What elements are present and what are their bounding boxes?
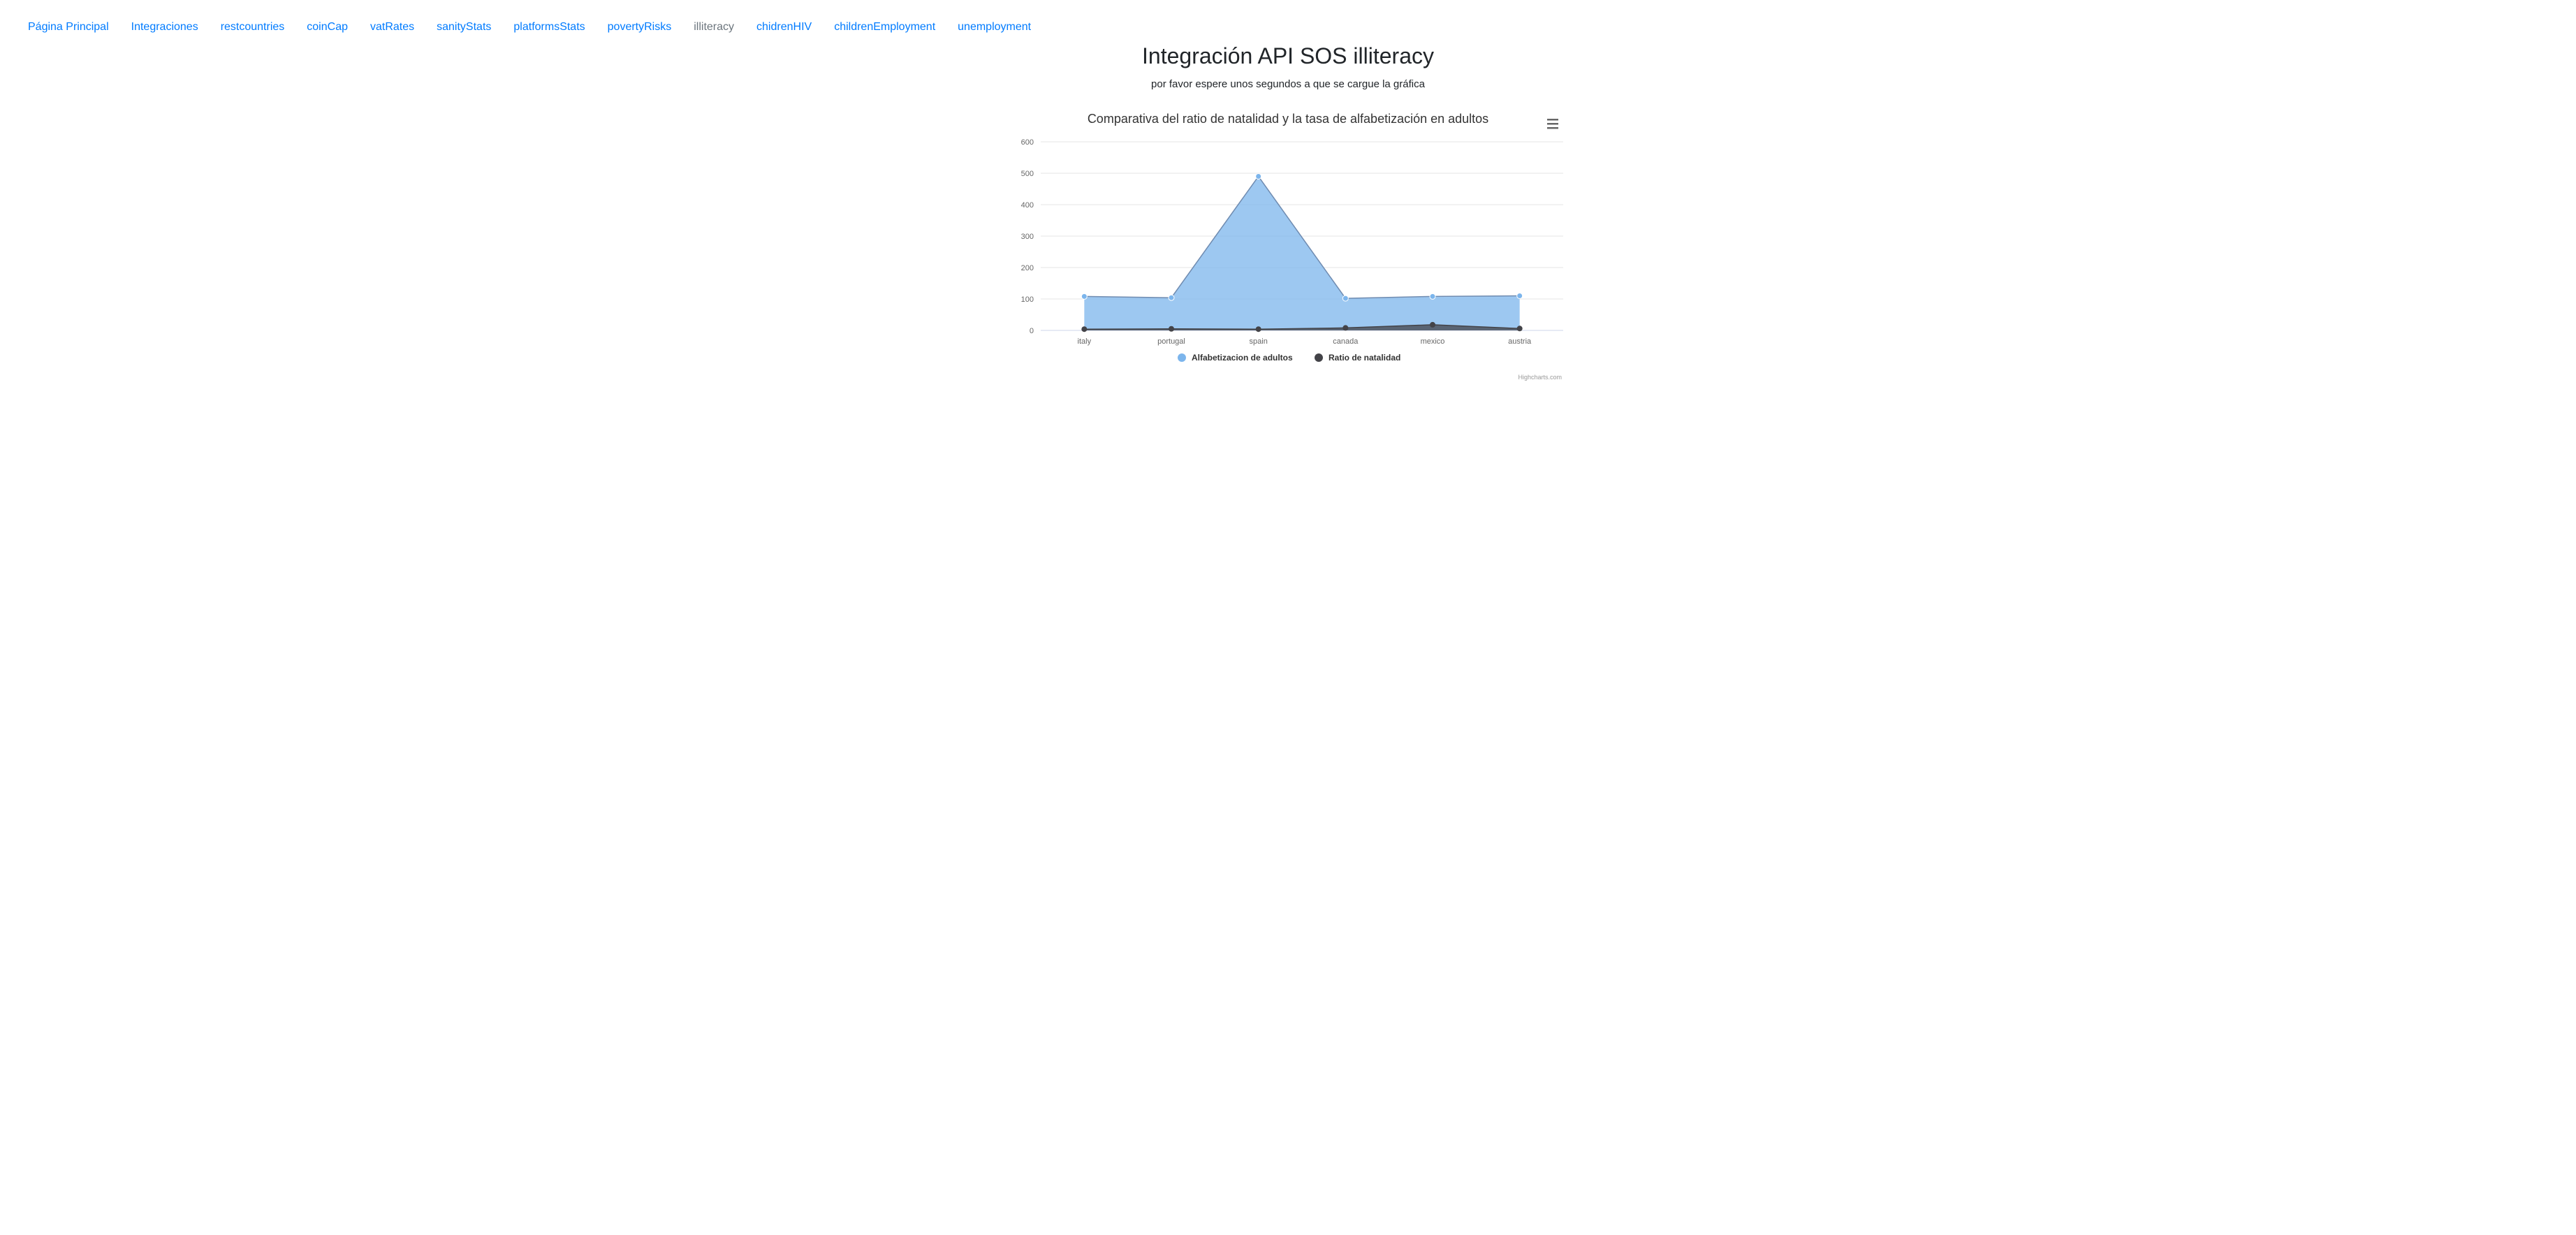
- nav-link-chidrenhiv[interactable]: chidrenHIV: [756, 21, 812, 34]
- nav-link-coincap[interactable]: coinCap: [307, 21, 348, 34]
- data-point-1-austria: [1516, 326, 1523, 332]
- data-point-0-mexico: [1429, 293, 1436, 300]
- chart-title: Comparativa del ratio de natalidad y la …: [1088, 112, 1488, 126]
- y-tick-label: 100: [1021, 295, 1034, 304]
- menu-icon-bar: [1547, 119, 1558, 121]
- menu-icon-bar: [1547, 127, 1558, 129]
- x-tick-label-canada: canada: [1333, 337, 1359, 346]
- data-point-1-portugal: [1169, 326, 1174, 332]
- chart-svg: Comparativa del ratio de natalidad y la …: [1021, 112, 1563, 381]
- data-point-0-canada: [1342, 295, 1349, 302]
- nav-link-platformsstats[interactable]: platformsStats: [513, 21, 585, 34]
- legend-symbol-1: [1315, 353, 1323, 362]
- legend-label-0: Alfabetizacion de adultos: [1192, 353, 1293, 363]
- y-tick-label: 600: [1021, 138, 1034, 147]
- nav-link-sanitystats[interactable]: sanityStats: [437, 21, 491, 34]
- y-tick-label: 300: [1021, 233, 1034, 241]
- nav-link-illiteracy[interactable]: illiteracy: [694, 21, 734, 34]
- data-point-0-spain: [1255, 173, 1262, 180]
- nav-link-integraciones[interactable]: Integraciones: [131, 21, 198, 34]
- nav-link-restcountries[interactable]: restcountries: [221, 21, 285, 34]
- y-tick-label: 400: [1021, 201, 1034, 210]
- data-point-0-austria: [1516, 293, 1523, 299]
- chart-container: Comparativa del ratio de natalidad y la …: [1013, 103, 1563, 391]
- y-tick-label: 500: [1021, 170, 1034, 178]
- nav-link-vatrates[interactable]: vatRates: [370, 21, 414, 34]
- x-tick-label-spain: spain: [1250, 337, 1268, 346]
- data-point-1-spain: [1255, 326, 1261, 332]
- data-point-1-mexico: [1430, 321, 1435, 328]
- top-nav: Página Principal Integraciones restcountri…: [28, 21, 1031, 34]
- x-tick-label-mexico: mexico: [1421, 337, 1445, 346]
- nav-link-p-gina-principal[interactable]: Página Principal: [28, 21, 109, 34]
- nav-link-unemployment[interactable]: unemployment: [958, 21, 1031, 34]
- page-title: Integración API SOS illiteracy: [1142, 43, 1434, 68]
- data-point-0-italy: [1081, 293, 1088, 300]
- data-point-1-canada: [1342, 325, 1349, 331]
- y-tick-label: 200: [1021, 264, 1034, 272]
- hamburger-menu-icon[interactable]: [1547, 119, 1558, 129]
- x-tick-label-portugal: portugal: [1157, 337, 1185, 346]
- y-tick-label: 0: [1030, 327, 1034, 335]
- x-tick-label-austria: austria: [1508, 337, 1532, 346]
- page-subtitle: por favor espere unos segundos a que se …: [1151, 78, 1425, 90]
- chart-credits: Highcharts.com: [1518, 374, 1562, 381]
- legend-symbol-0: [1178, 353, 1186, 362]
- legend-label-1: Ratio de natalidad: [1329, 353, 1400, 363]
- menu-icon-bar: [1547, 123, 1558, 125]
- series-area-0: [1084, 176, 1520, 330]
- nav-link-povertyrisks[interactable]: povertyRisks: [608, 21, 672, 34]
- nav-link-childrenemployment[interactable]: childrenEmployment: [834, 21, 935, 34]
- x-tick-label-italy: italy: [1078, 337, 1092, 346]
- data-point-1-italy: [1081, 326, 1088, 332]
- data-point-0-portugal: [1168, 294, 1175, 301]
